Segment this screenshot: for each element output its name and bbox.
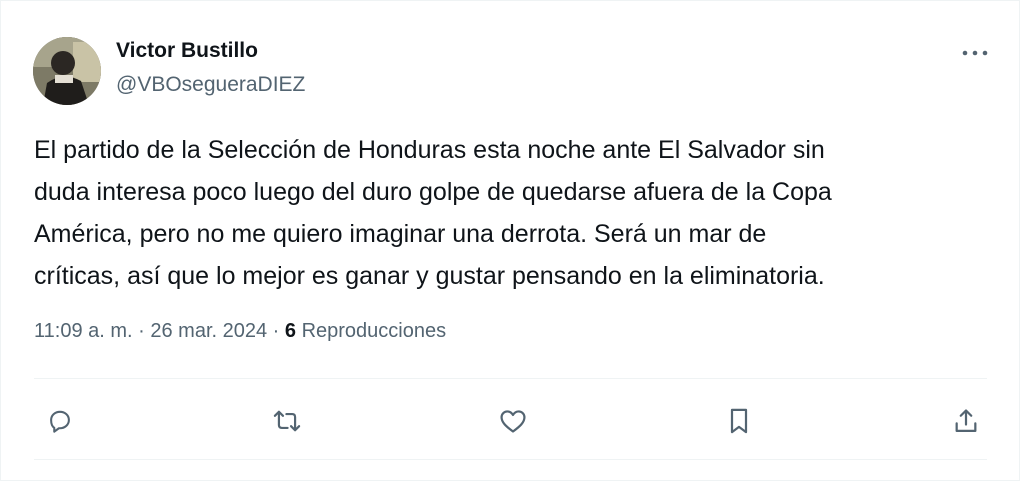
retweet-icon bbox=[273, 410, 301, 432]
tweet-date[interactable]: 26 mar. 2024 bbox=[150, 320, 267, 342]
divider bbox=[34, 459, 987, 460]
share-button[interactable] bbox=[948, 403, 984, 439]
reply-button[interactable] bbox=[42, 403, 78, 439]
more-options-button[interactable] bbox=[951, 39, 999, 67]
avatar-photo bbox=[33, 37, 101, 105]
avatar[interactable] bbox=[33, 37, 101, 105]
tweet-text: El partido de la Selección de Honduras e… bbox=[34, 136, 832, 290]
author-handle[interactable]: @VBOsegueraDIEZ bbox=[116, 73, 305, 97]
reply-icon bbox=[50, 410, 70, 433]
heart-icon bbox=[500, 410, 526, 433]
bookmark-icon bbox=[730, 408, 748, 434]
share-icon bbox=[955, 409, 977, 433]
like-button[interactable] bbox=[495, 403, 531, 439]
meta-separator: · bbox=[132, 320, 151, 342]
more-dots-icon bbox=[962, 50, 988, 56]
divider bbox=[34, 378, 987, 379]
retweet-button[interactable] bbox=[269, 403, 305, 439]
views-count: 6 bbox=[284, 320, 297, 342]
meta-separator: · bbox=[267, 320, 285, 342]
tweet-meta: 11:09 a. m. · 26 mar. 2024 · 6 Reproducc… bbox=[34, 320, 446, 343]
tweet-card: Victor Bustillo @VBOsegueraDIEZ El parti… bbox=[0, 0, 1020, 481]
views-label: Reproducciones bbox=[296, 320, 447, 342]
author-name[interactable]: Victor Bustillo bbox=[116, 39, 258, 63]
tweet-time[interactable]: 11:09 a. m. bbox=[34, 320, 133, 342]
bookmark-button[interactable] bbox=[721, 403, 757, 439]
